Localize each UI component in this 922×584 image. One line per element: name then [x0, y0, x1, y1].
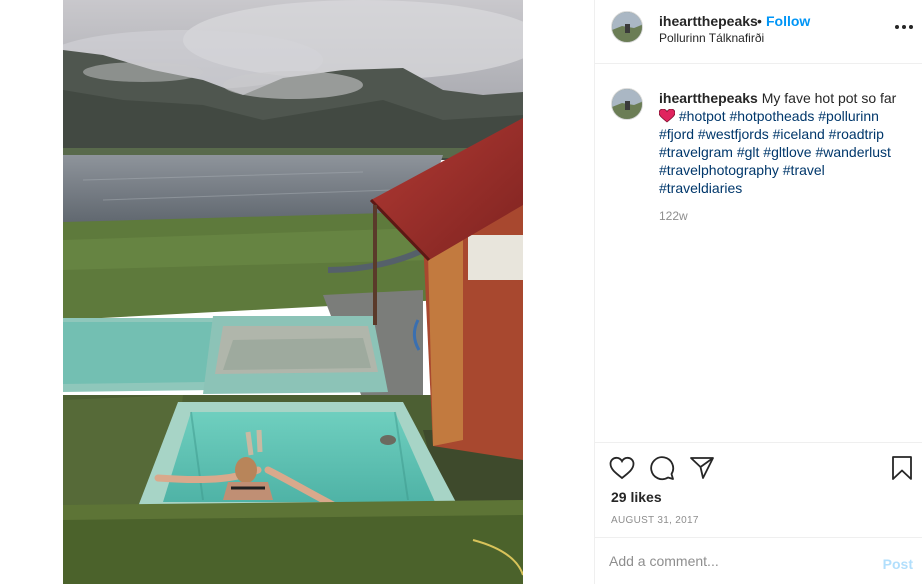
post-date: AUGUST 31, 2017: [611, 515, 699, 526]
heart-emoji-icon: [658, 108, 676, 123]
post-photo[interactable]: [63, 0, 523, 584]
hashtag[interactable]: #wanderlust: [815, 144, 891, 160]
caption-timestamp[interactable]: 122w: [659, 209, 688, 223]
more-options-icon[interactable]: [893, 16, 915, 38]
comment-input[interactable]: [609, 550, 859, 572]
hashtag[interactable]: #hotpotheads: [730, 108, 815, 124]
caption-avatar[interactable]: [611, 88, 643, 120]
caption-text: My fave hot pot so far: [761, 90, 897, 106]
hashtag[interactable]: #roadtrip: [829, 126, 884, 142]
hashtag[interactable]: #travelphotography: [659, 162, 779, 178]
likes-count[interactable]: 29 likes: [611, 489, 662, 505]
heart-outline-icon[interactable]: [609, 455, 635, 481]
hashtag[interactable]: #gltlove: [763, 144, 811, 160]
comments-area: iheartthepeaks My fave hot pot so far #h…: [595, 64, 922, 442]
hashtag[interactable]: #travel: [783, 162, 825, 178]
instagram-post-page: iheartthepeaks • Follow Pollurinn Tálkna…: [0, 0, 922, 584]
hashtag[interactable]: #pollurinn: [818, 108, 879, 124]
avatar-image: [612, 12, 642, 42]
bookmark-icon[interactable]: [889, 455, 915, 481]
share-icon[interactable]: [689, 455, 715, 481]
hashtag[interactable]: #traveldiaries: [659, 180, 742, 196]
hashtag[interactable]: #westfjords: [698, 126, 769, 142]
avatar[interactable]: [611, 11, 643, 43]
header-separator: •: [757, 13, 762, 29]
post-caption: iheartthepeaks My fave hot pot so far #h…: [658, 89, 909, 197]
hashtag[interactable]: #hotpot: [679, 108, 726, 124]
post-header: iheartthepeaks • Follow Pollurinn Tálkna…: [595, 0, 922, 64]
header-username[interactable]: iheartthepeaks: [659, 13, 758, 29]
hot-pot-photo: [63, 0, 523, 584]
hashtag[interactable]: #glt: [737, 144, 760, 160]
post-comment-button[interactable]: Post: [883, 556, 913, 572]
follow-button[interactable]: Follow: [766, 13, 810, 29]
comment-bar: Post: [595, 537, 922, 584]
caption-username[interactable]: iheartthepeaks: [659, 90, 758, 106]
location-link[interactable]: Pollurinn Tálknafirði: [659, 31, 764, 45]
comment-icon[interactable]: [649, 455, 675, 481]
post-side-panel: iheartthepeaks • Follow Pollurinn Tálkna…: [594, 0, 922, 584]
hashtag[interactable]: #iceland: [773, 126, 825, 142]
avatar-image: [612, 89, 642, 119]
hashtag[interactable]: #fjord: [659, 126, 694, 142]
hashtag[interactable]: #travelgram: [659, 144, 733, 160]
